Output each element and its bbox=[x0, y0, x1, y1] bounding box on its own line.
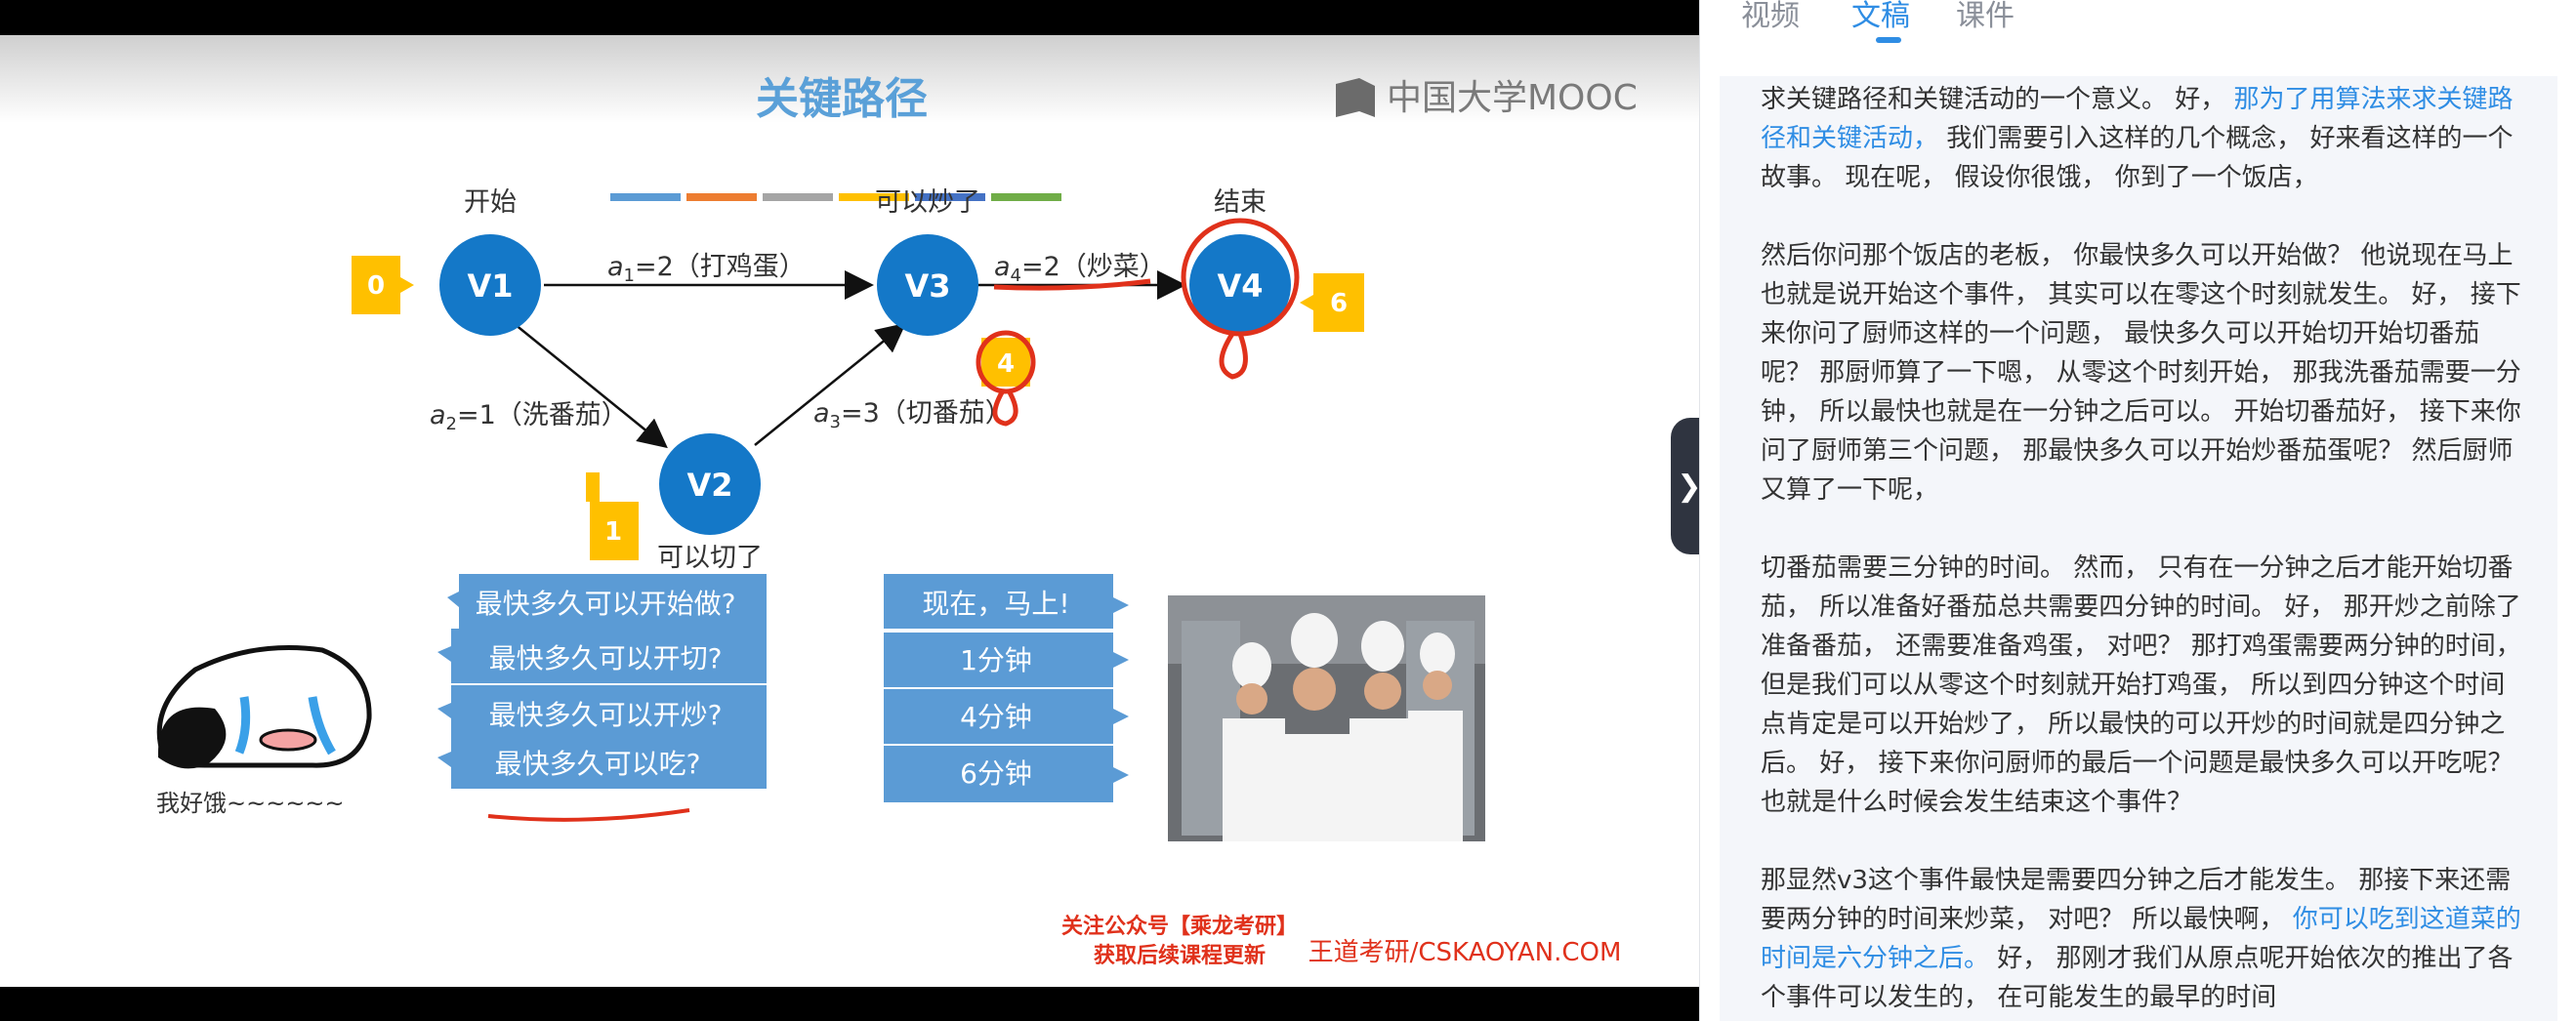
edge-label-a3: a3=3（切番茄） bbox=[813, 398, 1012, 432]
edge-label-a1: a1=2（打鸡蛋） bbox=[607, 252, 806, 286]
transcript-paragraph[interactable]: 求关键路径和关键活动的一个意义。 好， 那为了用算法来求关键路径和关键活动， 我… bbox=[1720, 80, 2557, 197]
transcript-sentence[interactable]: 然后你问那个饭店的老板， 你最快多久可以开始做？ 他说现在马上也就是说开始这个事… bbox=[1761, 241, 2521, 505]
transcript-paragraph[interactable]: 那显然v3这个事件最快是需要四分钟之后才能发生。 那接下来还需要两分钟的时间来炒… bbox=[1720, 861, 2557, 1017]
mooc-brand-text: 中国大学MOOC bbox=[1387, 78, 1638, 118]
node-v4: V4 结束 bbox=[1189, 187, 1291, 336]
question-box-2: 最快多久可以开切? bbox=[437, 629, 767, 683]
node-v2-caption: 可以切了 bbox=[657, 543, 763, 573]
time-tag-v3: 4 bbox=[981, 338, 1030, 387]
svg-text:V3: V3 bbox=[904, 267, 950, 305]
chefs-photo bbox=[1168, 595, 1485, 841]
node-v1-caption: 开始 bbox=[464, 187, 517, 218]
lecture-slide: 关键路径 中国大学MOOC a1=2（打鸡蛋） a2=1（洗番茄） a3=3（切… bbox=[0, 35, 1699, 987]
color-bar-6 bbox=[991, 193, 1061, 201]
side-panel: 视频 文稿 课件 求关键路径和关键活动的一个意义。 好， 那为了用算法来求关键路… bbox=[1699, 0, 2576, 1021]
hungry-text: 我好饿~~~~~~ bbox=[156, 790, 345, 817]
pen-underline-question4 bbox=[487, 808, 690, 822]
answer-box-2: 1分钟 bbox=[884, 633, 1129, 687]
node-v2: V2 可以切了 bbox=[657, 433, 763, 573]
svg-text:最快多久可以开切?: 最快多久可以开切? bbox=[489, 642, 723, 674]
color-bar-3 bbox=[763, 193, 833, 201]
node-v1: V1 开始 bbox=[439, 187, 541, 336]
time-tag-v4: 6 bbox=[1300, 273, 1364, 332]
node-v3: V3 可以炒了 bbox=[875, 187, 980, 336]
transcript-list[interactable]: 求关键路径和关键活动的一个意义。 好， 那为了用算法来求关键路径和关键活动， 我… bbox=[1720, 76, 2557, 1021]
slide-title: 关键路径 bbox=[756, 74, 928, 124]
svg-text:V2: V2 bbox=[686, 467, 732, 504]
question-box-3: 最快多久可以开炒? bbox=[437, 685, 767, 740]
tab-video[interactable]: 视频 bbox=[1741, 0, 1800, 33]
svg-text:4分钟: 4分钟 bbox=[960, 701, 1032, 733]
time-tag-v2: 1 bbox=[586, 472, 639, 560]
question-box-1: 最快多久可以开始做? bbox=[447, 574, 767, 629]
title-color-bars bbox=[610, 193, 1061, 201]
svg-text:最快多久可以开炒?: 最快多久可以开炒? bbox=[489, 699, 723, 731]
tab-transcript[interactable]: 文稿 bbox=[1851, 0, 1910, 33]
panel-tabs: 视频 文稿 课件 bbox=[1700, 0, 2576, 76]
node-v3-caption: 可以炒了 bbox=[875, 187, 980, 218]
promo-line2: 获取后续课程更新 bbox=[1094, 943, 1266, 968]
answer-box-4: 6分钟 bbox=[884, 746, 1129, 802]
svg-text:V1: V1 bbox=[467, 267, 513, 305]
answer-box-1: 现在，马上! bbox=[884, 574, 1129, 629]
wangdao-watermark: 王道考研/CSKAOYAN.COM bbox=[1309, 938, 1622, 967]
transcript-paragraph[interactable]: 然后你问那个饭店的老板， 你最快多久可以开始做？ 他说现在马上也就是说开始这个事… bbox=[1720, 236, 2557, 510]
node-v4-caption: 结束 bbox=[1214, 187, 1267, 218]
mooc-logo: 中国大学MOOC bbox=[1336, 78, 1638, 118]
svg-text:4: 4 bbox=[997, 349, 1015, 379]
active-tab-indicator bbox=[1876, 37, 1901, 43]
answer-box-3: 4分钟 bbox=[884, 689, 1129, 744]
question-box-4: 最快多久可以吃? bbox=[437, 734, 767, 789]
svg-text:最快多久可以开始做?: 最快多久可以开始做? bbox=[476, 588, 736, 620]
svg-text:1: 1 bbox=[604, 517, 622, 547]
time-tag-v1: 0 bbox=[352, 256, 414, 314]
transcript-sentence[interactable]: 求关键路径和关键活动的一个意义。 好， bbox=[1761, 85, 2234, 114]
svg-text:V4: V4 bbox=[1217, 267, 1263, 305]
tab-courseware[interactable]: 课件 bbox=[1956, 0, 2015, 33]
color-bar-2 bbox=[686, 193, 757, 201]
svg-text:0: 0 bbox=[367, 271, 385, 301]
svg-text:最快多久可以吃?: 最快多久可以吃? bbox=[495, 748, 701, 780]
svg-text:1分钟: 1分钟 bbox=[960, 644, 1032, 676]
svg-text:6分钟: 6分钟 bbox=[960, 757, 1032, 790]
edge-label-a2: a2=1（洗番茄） bbox=[430, 400, 628, 434]
svg-text:现在，马上!: 现在，马上! bbox=[922, 588, 1069, 620]
svg-text:6: 6 bbox=[1330, 289, 1348, 318]
color-bar-1 bbox=[610, 193, 681, 201]
mooc-book-icon bbox=[1336, 78, 1375, 117]
crying-emoji: 我好饿~~~~~~ bbox=[156, 645, 372, 817]
promo-line1: 关注公众号【乘龙考研】 bbox=[1061, 914, 1298, 939]
chevron-right-icon: ❯ bbox=[1677, 469, 1702, 504]
video-player[interactable]: 关键路径 中国大学MOOC a1=2（打鸡蛋） a2=1（洗番茄） a3=3（切… bbox=[0, 0, 1699, 1021]
transcript-paragraph[interactable]: 切番茄需要三分钟的时间。 然而， 只有在一分钟之后才能开始切番茄， 所以准备好番… bbox=[1720, 549, 2557, 822]
slide-diagram: 关键路径 中国大学MOOC a1=2（打鸡蛋） a2=1（洗番茄） a3=3（切… bbox=[156, 74, 1638, 968]
transcript-sentence[interactable]: 切番茄需要三分钟的时间。 然而， 只有在一分钟之后才能开始切番茄， 所以准备好番… bbox=[1761, 553, 2521, 817]
